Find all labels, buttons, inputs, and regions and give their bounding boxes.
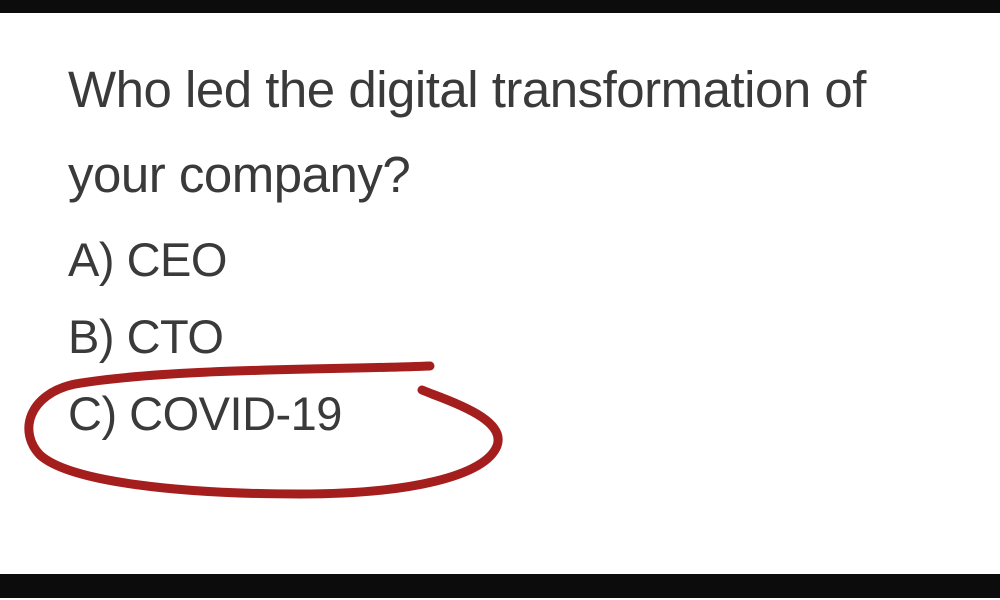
option-letter: A) <box>68 233 115 286</box>
option-text: COVID-19 <box>129 387 342 440</box>
bottom-black-bar <box>0 574 1000 598</box>
option-text: CTO <box>126 310 224 363</box>
answer-option-c: C) COVID-19 <box>68 375 342 452</box>
option-letter: B) <box>68 310 115 363</box>
quiz-card: Who led the digital transformation of yo… <box>0 13 1000 574</box>
option-letter: C) <box>68 387 117 440</box>
quiz-question: Who led the digital transformation of yo… <box>68 61 866 203</box>
answer-options: A) CEO B) CTO C) COVID-19 <box>68 221 342 452</box>
answer-option-b: B) CTO <box>68 298 342 375</box>
option-text: CEO <box>126 233 228 286</box>
answer-option-a: A) CEO <box>68 221 342 298</box>
top-black-bar <box>0 0 1000 13</box>
